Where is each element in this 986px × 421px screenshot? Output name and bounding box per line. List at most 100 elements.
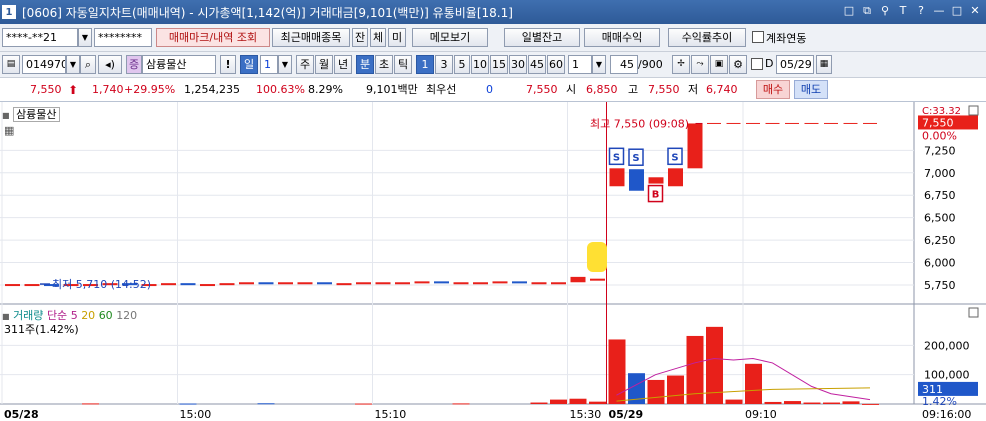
window-pin-icon[interactable]: ⚲: [878, 4, 892, 18]
chart-area[interactable]: 7,250 7,000 6,750 6,500 6,250 6,000 5,750 200,0…: [0, 102, 986, 421]
window-title: [0606] 자동일지차트(매매내역) - 시가총액[1,142(억)] 거래대…: [22, 5, 513, 20]
window-controls: □ ⧉ ⚲ T ? — □ ✕: [842, 4, 982, 18]
pane-expand-icon: [968, 307, 979, 318]
speaker-icon[interactable]: ◂): [98, 55, 122, 74]
candle: [609, 168, 625, 187]
account-link-checkbox[interactable]: [752, 31, 764, 43]
hoga-label: 최우선: [426, 83, 457, 96]
title-bar: 1 [0606] 자동일지차트(매매내역) - 시가총액[1,142(억)] 거…: [0, 0, 986, 24]
save-icon[interactable]: ▣: [710, 55, 728, 74]
executed-button[interactable]: 체: [370, 28, 386, 47]
volume-tick-label: 100,000: [924, 369, 970, 382]
period-num-field[interactable]: 1: [260, 55, 278, 74]
pattern-tool-icon[interactable]: ⤳: [691, 55, 709, 74]
date-d-label: D: [765, 57, 774, 70]
low-price: 6,740: [706, 83, 738, 96]
stock-label: 삼륭물산: [13, 107, 60, 122]
account-field[interactable]: ****-**21: [2, 28, 78, 47]
unit-dropdown[interactable]: ▼: [592, 55, 606, 74]
window-font-icon[interactable]: T: [896, 4, 910, 18]
drawing-tool-icon[interactable]: ✢: [672, 55, 690, 74]
volume-bar: [452, 403, 470, 405]
interval-1-button[interactable]: 1: [416, 55, 434, 74]
recent-trades-button[interactable]: 최근매매종목: [272, 28, 350, 47]
axis-time-label: 09:16:00: [922, 408, 971, 421]
stock-code-input[interactable]: 014970: [22, 55, 66, 74]
period-tick-button[interactable]: 틱: [394, 55, 412, 74]
window-help-icon[interactable]: ?: [914, 4, 928, 18]
layout-icon[interactable]: ▤: [2, 55, 20, 74]
period-day-button[interactable]: 일: [240, 55, 258, 74]
interval-5-button[interactable]: 5: [454, 55, 470, 74]
price-change: 1,740: [92, 83, 124, 96]
candle: [5, 284, 20, 287]
date-checkbox[interactable]: [751, 58, 763, 70]
count-field[interactable]: 45: [610, 55, 638, 74]
memo-view-button[interactable]: 메모보기: [412, 28, 488, 47]
price-tick-label: 6,750: [924, 189, 956, 202]
volume-bar: [823, 402, 840, 404]
password-field[interactable]: ********: [94, 28, 152, 47]
current-price-tag-label: 7,550: [922, 116, 954, 129]
unit-field[interactable]: 1: [568, 55, 592, 74]
candle: [180, 283, 196, 286]
time-axis-label: 05/29: [609, 408, 644, 421]
stock-code-dropdown[interactable]: ▼: [66, 55, 80, 74]
stock-name-field[interactable]: 삼륭물산: [142, 55, 216, 74]
candle: [161, 283, 176, 286]
calendar-icon[interactable]: ▦: [816, 55, 832, 74]
interval-10-button[interactable]: 10: [471, 55, 489, 74]
period-year-button[interactable]: 년: [334, 55, 352, 74]
period-second-button[interactable]: 초: [375, 55, 393, 74]
window-copy-icon[interactable]: ⧉: [860, 4, 874, 18]
stock-type-icon[interactable]: 증: [126, 55, 142, 74]
account-dropdown[interactable]: ▼: [78, 28, 92, 47]
interval-3-button[interactable]: 3: [435, 55, 453, 74]
search-icon[interactable]: ⌕: [80, 55, 96, 74]
volume-ratio: 100.63%: [256, 83, 305, 96]
candlestick-chart[interactable]: 7,250 7,000 6,750 6,500 6,250 6,000 5,750 200,0…: [0, 102, 986, 421]
period-month-button[interactable]: 월: [315, 55, 333, 74]
interval-15-button[interactable]: 15: [490, 55, 508, 74]
buy-button[interactable]: 매수: [756, 80, 790, 99]
trade-profit-button[interactable]: 매매수익: [584, 28, 660, 47]
trade-marker-label: S: [671, 152, 678, 163]
window-link-icon[interactable]: □: [842, 4, 856, 18]
interval-45-button[interactable]: 45: [528, 55, 546, 74]
profit-trend-button[interactable]: 수익률추이: [668, 28, 746, 47]
volume-bar: [82, 403, 99, 405]
window-minimize-icon[interactable]: —: [932, 4, 946, 18]
settings-gear-icon[interactable]: ⚙: [729, 55, 747, 74]
open-price: 6,850: [586, 83, 618, 96]
period-num-dropdown[interactable]: ▼: [278, 55, 292, 74]
interval-30-button[interactable]: 30: [509, 55, 527, 74]
ma20-label: 20: [81, 309, 96, 322]
window-close-icon[interactable]: ✕: [968, 4, 982, 18]
unexecuted-button[interactable]: 미: [388, 28, 406, 47]
date-field[interactable]: 05/29: [776, 55, 814, 74]
candle: [24, 284, 40, 287]
volume-bar: [550, 399, 567, 404]
candle: [258, 282, 274, 285]
count-total-label: /900: [638, 58, 663, 71]
high-annotation: 최고 7,550 (09:08): [590, 117, 689, 130]
chart-toolbar: ▤ 014970 ▼ ⌕ ◂) 증 삼륭물산 ! 일 1 ▼ 주 월 년 분 초…: [0, 52, 986, 78]
period-minute-button[interactable]: 분: [356, 55, 374, 74]
quote-bar: 7,550 ⬆ 1,740 +29.95% 1,254,235 100.63% …: [0, 78, 986, 102]
grid-toggle-icon[interactable]: ▦: [4, 124, 14, 137]
sell-button[interactable]: 매도: [794, 80, 828, 99]
time-axis-label: 05/28: [4, 408, 39, 421]
period-week-button[interactable]: 주: [296, 55, 314, 74]
time-axis-label: 09:10: [745, 408, 777, 421]
candle: [512, 281, 527, 284]
interval-60-button[interactable]: 60: [547, 55, 565, 74]
volume-bar: [647, 379, 665, 404]
right-top-label: C:33.32: [922, 106, 961, 117]
daily-balance-button[interactable]: 일별잔고: [504, 28, 580, 47]
price-pane-legend: ■ 삼륭물산: [2, 106, 60, 122]
window-maximize-icon[interactable]: □: [950, 4, 964, 18]
balance-button[interactable]: 잔: [352, 28, 368, 47]
trade-mark-query-button[interactable]: 매매마크/내역 조회: [156, 28, 270, 47]
trade-marker-label: S: [632, 153, 639, 164]
alert-button[interactable]: !: [220, 55, 236, 74]
